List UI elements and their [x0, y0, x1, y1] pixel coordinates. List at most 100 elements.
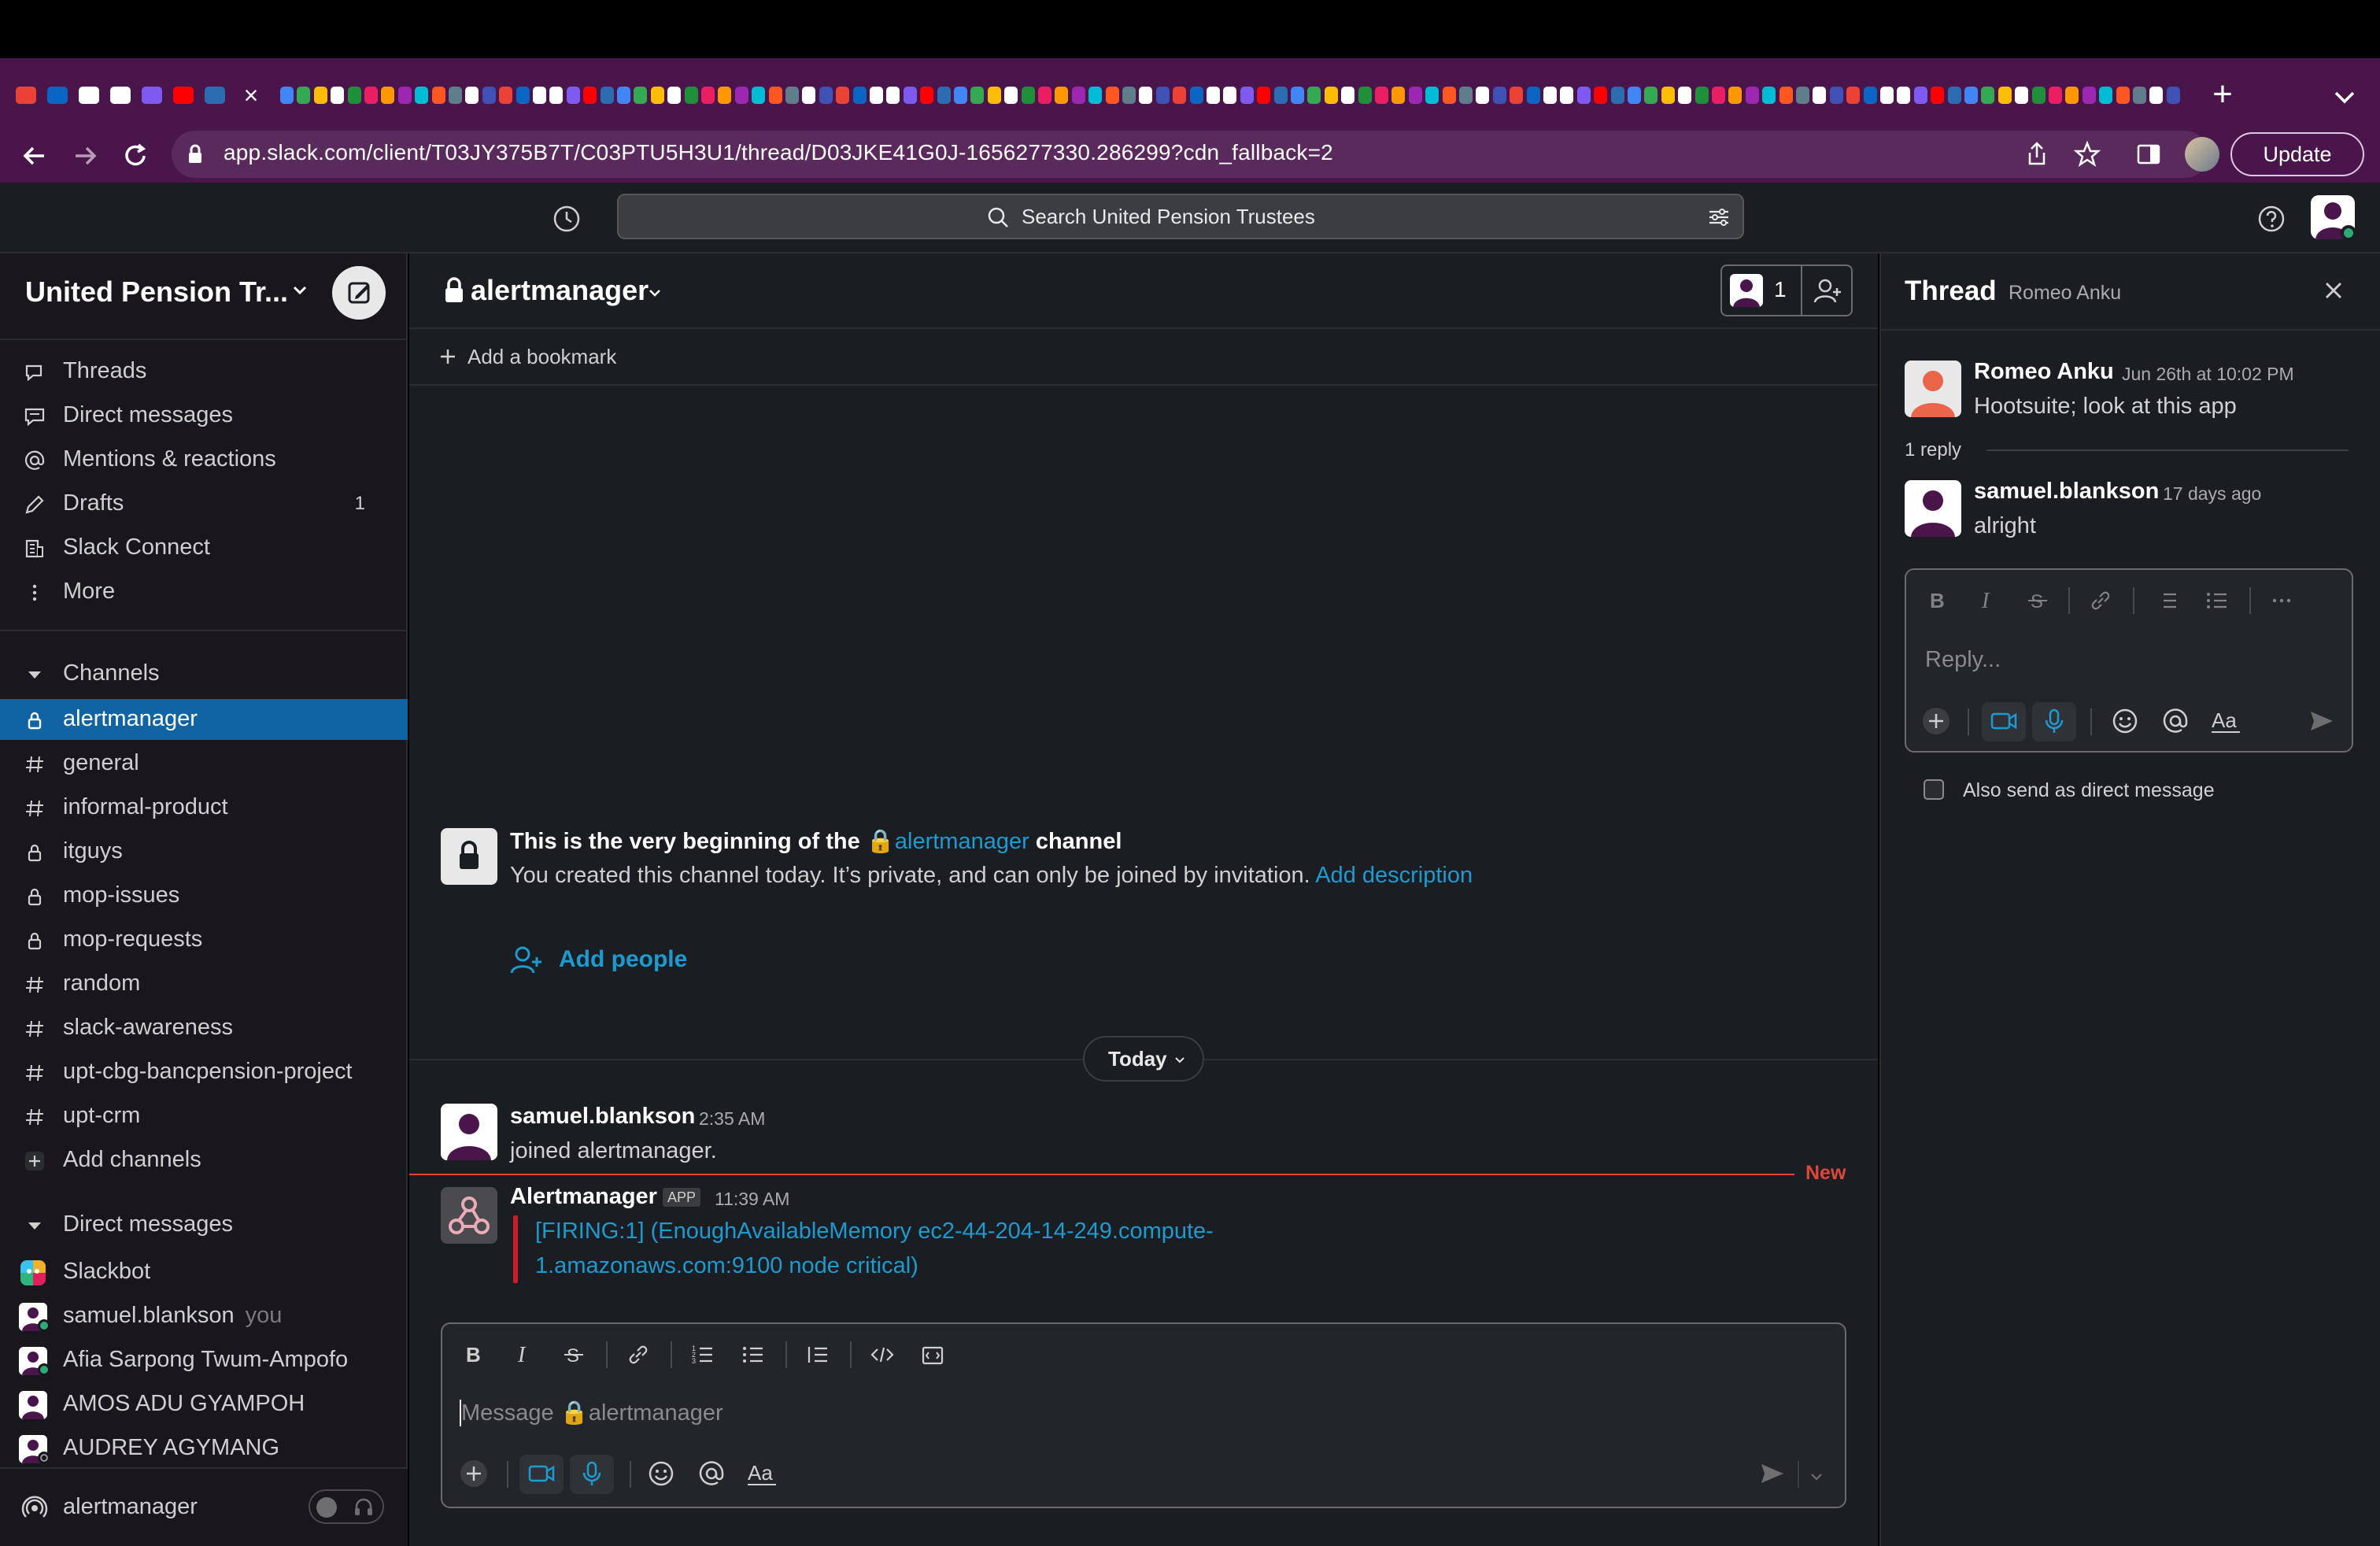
ordered-list-icon[interactable]: [2153, 587, 2180, 614]
tab-favicon[interactable]: [1964, 87, 1978, 104]
tab-favicon[interactable]: [364, 87, 378, 104]
sidebar-item-more[interactable]: More: [0, 571, 408, 612]
tab-favicon[interactable]: [970, 87, 985, 104]
alert-link[interactable]: [FIRING:1] (EnoughAvailableMemory ec2-44…: [535, 1219, 1214, 1245]
add-channels-button[interactable]: Add channels: [0, 1140, 408, 1181]
tab-favicon[interactable]: [1004, 87, 1018, 104]
reload-icon[interactable]: [118, 139, 153, 173]
tab-favicon[interactable]: [768, 87, 782, 104]
sidebar-dm-item[interactable]: Slackbot: [0, 1252, 408, 1293]
message-author[interactable]: samuel.blankson: [510, 1104, 695, 1130]
tab-favicon[interactable]: [449, 87, 462, 104]
italic-icon[interactable]: I: [510, 1341, 537, 1368]
tab-favicon[interactable]: [280, 87, 294, 104]
sidebar-item-direct-messages[interactable]: Direct messages: [0, 395, 408, 436]
tab-favicon[interactable]: [1694, 87, 1709, 104]
tab-favicon[interactable]: [1375, 87, 1388, 104]
tab-favicon[interactable]: [1071, 87, 1085, 104]
reply-placeholder[interactable]: Reply...: [1925, 647, 2001, 673]
tab-favicon[interactable]: [2049, 87, 2062, 104]
tab-favicon[interactable]: [2065, 87, 2079, 104]
tab-favicon[interactable]: [1846, 87, 1861, 104]
dm-section-header[interactable]: Direct messages: [0, 1204, 408, 1245]
tab-favicon[interactable]: [1610, 87, 1624, 104]
tab-favicon[interactable]: [482, 87, 496, 104]
tab-favicon[interactable]: [634, 87, 648, 104]
tab-favicon[interactable]: [1510, 87, 1524, 104]
blockquote-icon[interactable]: [804, 1341, 831, 1368]
tab-favicon[interactable]: [1543, 87, 1557, 104]
avatar[interactable]: [1905, 480, 1961, 537]
sidebar-item-mentions-reactions[interactable]: Mentions & reactions: [0, 439, 408, 480]
tab-favicon[interactable]: [1088, 87, 1103, 104]
message-author[interactable]: Romeo Anku: [1974, 359, 2114, 385]
tab-favicon[interactable]: [142, 87, 162, 104]
emoji-icon[interactable]: [645, 1458, 677, 1489]
tab-favicon[interactable]: [79, 87, 99, 104]
workspace-name[interactable]: United Pension Tr...: [25, 276, 288, 309]
sidebar-dm-item[interactable]: AMOS ADU GYAMPOH: [0, 1384, 408, 1425]
tab-favicon[interactable]: [1122, 87, 1136, 104]
tab-favicon[interactable]: [1813, 87, 1827, 104]
tab-favicon[interactable]: [886, 87, 900, 104]
tab-favicon[interactable]: [415, 87, 429, 104]
tab-favicon[interactable]: [617, 87, 630, 104]
tab-favicon[interactable]: [566, 87, 580, 104]
tab-favicon[interactable]: [1476, 87, 1490, 104]
tab-favicon[interactable]: [718, 87, 732, 104]
tab-favicon[interactable]: [920, 87, 934, 104]
tab-favicon[interactable]: [1459, 87, 1473, 104]
sidebar-channel-general[interactable]: general: [0, 743, 408, 784]
sidebar-channel-informal-product[interactable]: informal-product: [0, 787, 408, 828]
tab-favicon[interactable]: [870, 87, 883, 104]
bullet-list-icon[interactable]: [2204, 587, 2230, 614]
tab-favicon[interactable]: [987, 87, 1001, 104]
tab-favicon[interactable]: [1055, 87, 1069, 104]
tab-favicon[interactable]: [1358, 87, 1372, 104]
code-block-icon[interactable]: [919, 1341, 946, 1368]
tab-favicon[interactable]: [1173, 87, 1187, 104]
tab-favicon[interactable]: [1526, 87, 1540, 104]
url-text[interactable]: app.slack.com/client/T03JY375B7T/C03PTU5…: [224, 140, 1333, 165]
attach-plus-icon[interactable]: [458, 1458, 490, 1489]
tab-favicon[interactable]: [1257, 87, 1271, 104]
bold-icon[interactable]: B: [1924, 587, 1950, 614]
tab-favicon[interactable]: [516, 87, 530, 104]
formatting-icon[interactable]: Aa: [2210, 705, 2241, 737]
send-icon[interactable]: [2306, 705, 2338, 737]
add-people-icon[interactable]: [508, 943, 543, 978]
add-member-icon[interactable]: [1812, 276, 1843, 307]
tab-favicon[interactable]: [1796, 87, 1809, 104]
browser-profile-avatar[interactable]: [2185, 137, 2219, 172]
close-icon[interactable]: [2320, 277, 2347, 304]
channels-section-header[interactable]: Channels: [0, 653, 408, 694]
tab-favicon[interactable]: [1273, 87, 1288, 104]
tab-favicon[interactable]: [1661, 87, 1675, 104]
new-tab-icon[interactable]: +: [2207, 77, 2238, 112]
tab-favicon[interactable]: [110, 87, 131, 104]
tab-favicon[interactable]: [1829, 87, 1843, 104]
sidebar-item-threads[interactable]: Threads: [0, 351, 408, 392]
tab-favicon[interactable]: [1678, 87, 1692, 104]
tab-favicon[interactable]: [1038, 87, 1051, 104]
history-icon[interactable]: [551, 203, 582, 235]
message-timestamp[interactable]: 2:35 AM: [699, 1108, 765, 1130]
message-timestamp[interactable]: 11:39 AM: [715, 1189, 789, 1210]
tab-favicon[interactable]: [701, 87, 715, 104]
tab-favicon[interactable]: [1863, 87, 1877, 104]
tab-favicon[interactable]: [499, 87, 513, 104]
tab-favicon[interactable]: [1779, 87, 1793, 104]
also-send-checkbox[interactable]: [1924, 779, 1944, 800]
formatting-icon[interactable]: Aa: [746, 1458, 778, 1489]
send-icon[interactable]: [1757, 1458, 1788, 1489]
strikethrough-icon[interactable]: S: [560, 1341, 587, 1368]
tab-favicon[interactable]: [752, 87, 766, 104]
message-timestamp[interactable]: Jun 26th at 10:02 PM: [2122, 364, 2294, 385]
message-author[interactable]: Alertmanager: [510, 1184, 657, 1210]
bullet-list-icon[interactable]: [740, 1341, 767, 1368]
tab-favicon[interactable]: [1105, 87, 1119, 104]
tab-favicon[interactable]: [1442, 87, 1456, 104]
tab-favicon[interactable]: [2116, 87, 2130, 104]
tab-favicon[interactable]: [549, 87, 564, 104]
tab-favicon[interactable]: [1021, 87, 1035, 104]
